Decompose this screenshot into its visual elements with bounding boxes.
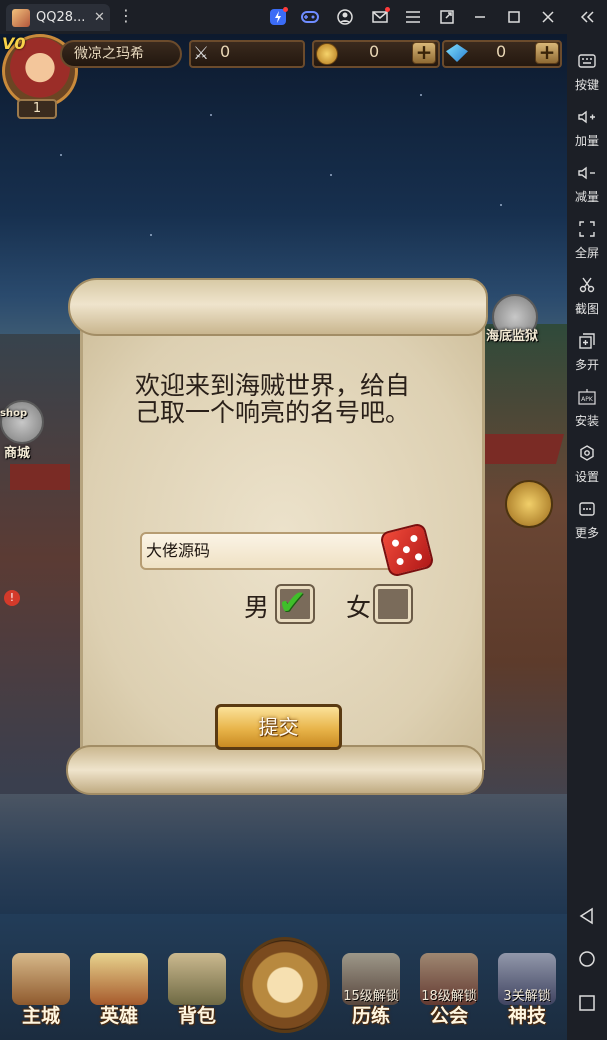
sidebar-item-settings[interactable]: 设置 xyxy=(567,438,607,488)
maximize-icon[interactable] xyxy=(504,7,524,27)
nav-guild-label: 公会 xyxy=(429,1005,468,1027)
popout-icon[interactable] xyxy=(437,7,457,27)
sidebar-item-screenshot[interactable]: 截图 xyxy=(567,270,607,320)
collapse-sidebar-icon[interactable] xyxy=(577,7,597,27)
female-checkbox[interactable] xyxy=(375,586,411,622)
menu-icon[interactable] xyxy=(403,7,423,27)
male-label: 男 xyxy=(244,593,270,622)
minimize-icon[interactable] xyxy=(470,7,490,27)
coin-icon xyxy=(316,43,338,65)
player-name: 微凉之玛希 xyxy=(60,40,182,68)
nav-guild[interactable]: 18级解锁 公会 xyxy=(412,945,486,1030)
nav-backpack-label: 背包 xyxy=(177,1005,216,1027)
shop-badge-text: shop xyxy=(0,408,28,419)
prison-label[interactable]: 海底监狱 xyxy=(486,325,538,344)
svg-text:APK: APK xyxy=(581,396,594,403)
sidebar-item-label: 按键 xyxy=(574,78,599,92)
tab-close-icon[interactable]: ✕ xyxy=(94,10,105,25)
boost-badge xyxy=(283,7,288,12)
nav-training-label: 历练 xyxy=(351,1005,390,1027)
volume-up-icon xyxy=(578,108,596,126)
sidebar-item-label: 多开 xyxy=(574,358,599,372)
checkmark-icon: ✔ xyxy=(278,583,307,623)
app-tab-icon xyxy=(12,8,30,27)
back-icon[interactable] xyxy=(578,907,596,925)
nav-heroes-label: 英雄 xyxy=(99,1005,138,1027)
skull-emblem-icon[interactable] xyxy=(505,480,553,528)
shop-building-icon[interactable] xyxy=(0,400,44,444)
straw-hat-icon xyxy=(90,953,148,1005)
fullscreen-icon xyxy=(578,220,596,238)
nav-main-city-label: 主城 xyxy=(21,1005,60,1027)
sidebar-item-label: 加量 xyxy=(574,134,599,148)
gem-value: 0 xyxy=(496,42,507,61)
volume-down-icon xyxy=(578,164,596,182)
welcome-message: 欢迎来到海贼世界，给自己取一个响亮的名号吧。 xyxy=(135,371,411,427)
emulator-sidebar: 按键 加量 减量 全屏 截图 多开 APK 安装 设置 更多 xyxy=(567,34,607,1040)
male-checkbox[interactable]: ✔ xyxy=(277,583,313,623)
right-town-scenery xyxy=(472,324,567,844)
scroll-top-roll xyxy=(68,278,488,336)
sidebar-item-keys[interactable]: 按键 xyxy=(567,46,607,96)
nav-backpack[interactable]: 背包 xyxy=(160,945,234,1030)
multi-instance-icon xyxy=(578,332,596,350)
sidebar-item-label: 安装 xyxy=(574,414,599,428)
nav-training[interactable]: 15级解锁 历练 xyxy=(334,945,408,1030)
power-value: 0 xyxy=(220,42,231,61)
player-name-input[interactable]: 大佬源码 xyxy=(140,532,400,570)
tab-more-icon[interactable]: ⋮ xyxy=(118,8,134,24)
close-window-icon[interactable] xyxy=(538,7,558,27)
player-level-badge: 1 xyxy=(17,99,57,119)
account-icon[interactable] xyxy=(335,7,355,27)
add-coins-button[interactable]: + xyxy=(412,42,436,64)
gear-icon xyxy=(578,444,596,462)
vip-level: V0 xyxy=(2,34,26,53)
home-icon[interactable] xyxy=(578,950,596,968)
nav-main-city[interactable]: 主城 xyxy=(4,945,78,1030)
keyboard-icon xyxy=(578,52,596,70)
sidebar-item-label: 截图 xyxy=(574,302,599,316)
female-label: 女 xyxy=(346,593,372,622)
app-tab-title: QQ28... xyxy=(36,10,86,25)
harbor-scenery xyxy=(0,794,567,914)
gamepad-icon[interactable] xyxy=(300,7,320,27)
add-gems-button[interactable]: + xyxy=(535,42,559,64)
sidebar-item-more[interactable]: 更多 xyxy=(567,494,607,544)
sidebar-item-label: 减量 xyxy=(574,190,599,204)
recent-apps-icon[interactable] xyxy=(578,994,596,1012)
submit-button[interactable]: 提交 xyxy=(215,704,342,750)
title-bar: QQ28... ✕ ⋮ xyxy=(0,0,607,34)
jolly-roger-center-button[interactable] xyxy=(240,937,330,1033)
nav-divine-skill-label: 神技 xyxy=(507,1005,546,1027)
mail-badge xyxy=(385,7,390,12)
crossed-swords-icon: ⚔ xyxy=(193,43,210,64)
sidebar-item-fullscreen[interactable]: 全屏 xyxy=(567,214,607,264)
sidebar-item-label: 设置 xyxy=(574,470,599,484)
nav-heroes[interactable]: 英雄 xyxy=(82,945,156,1030)
mail-icon[interactable] xyxy=(370,7,390,27)
alert-badge-icon: ! xyxy=(4,590,20,606)
sidebar-item-multi-instance[interactable]: 多开 xyxy=(567,326,607,376)
emulator-window: QQ28... ✕ ⋮ shop 商城 ! 海底监狱 V0 1 微凉之玛希 ⚔ … xyxy=(0,0,607,1040)
backpack-icon xyxy=(168,953,226,1005)
app-tab[interactable]: QQ28... ✕ xyxy=(6,4,110,31)
sidebar-item-label: 全屏 xyxy=(574,246,599,260)
scroll-bottom-roll xyxy=(66,745,484,795)
shop-label[interactable]: 商城 xyxy=(4,442,30,461)
sidebar-item-label: 更多 xyxy=(574,526,599,540)
coin-value: 0 xyxy=(369,42,380,61)
sidebar-item-volume-down[interactable]: 减量 xyxy=(567,158,607,208)
boost-icon[interactable] xyxy=(268,7,288,27)
sidebar-item-install[interactable]: APK 安装 xyxy=(567,382,607,432)
more-icon xyxy=(578,500,596,518)
sidebar-item-volume-up[interactable]: 加量 xyxy=(567,102,607,152)
castle-icon xyxy=(12,953,70,1005)
scissors-icon xyxy=(578,276,596,294)
nav-divine-skill[interactable]: 3关解锁 神技 xyxy=(490,945,564,1030)
apk-install-icon: APK xyxy=(578,388,596,406)
